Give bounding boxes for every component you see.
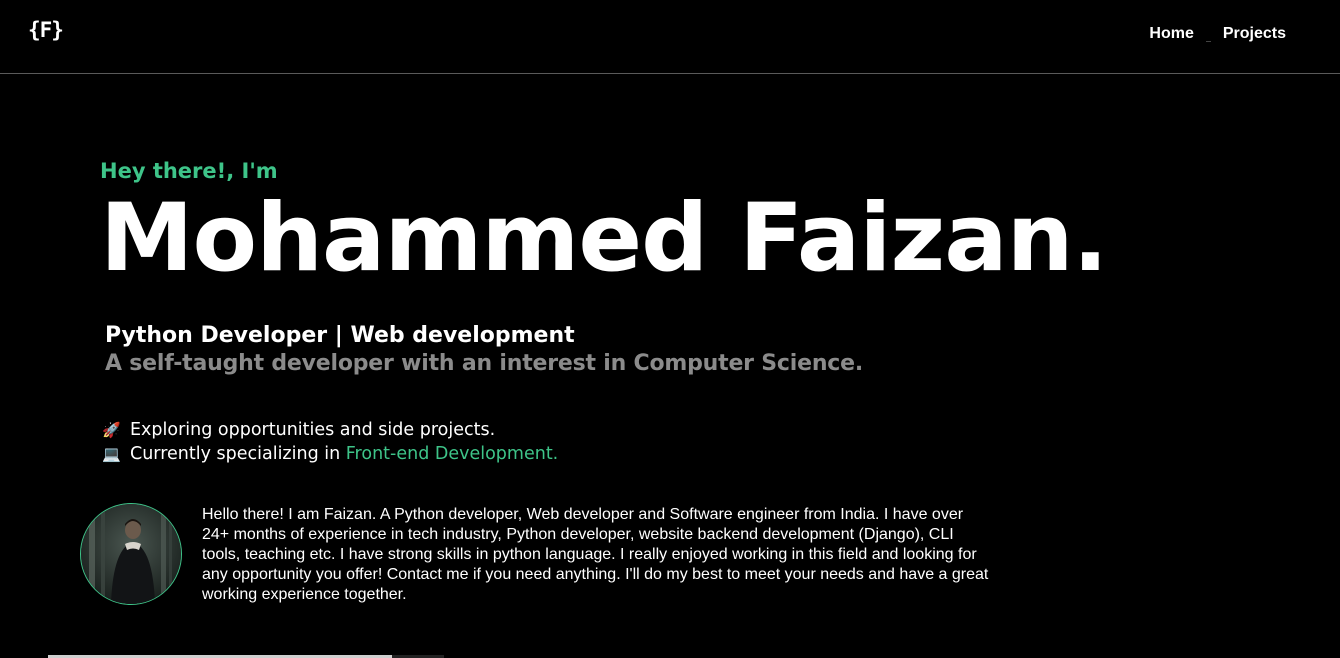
- highlight-accent-text: Front-end Development.: [345, 444, 559, 464]
- highlight-item: 🚀 Exploring opportunities and side proje…: [102, 418, 558, 442]
- laptop-icon: 💻: [102, 445, 121, 463]
- avatar: [80, 503, 182, 605]
- nav-projects-link[interactable]: Projects: [1223, 25, 1286, 43]
- hero-name: Mohammed Faizan.: [100, 184, 1108, 293]
- avatar-photo: [81, 504, 181, 604]
- site-logo[interactable]: {F}: [28, 18, 64, 42]
- about-text: Hello there! I am Faizan. A Python devel…: [202, 506, 989, 603]
- nav-home-link[interactable]: Home: [1149, 25, 1193, 43]
- highlight-text: Currently specializing in: [130, 444, 346, 464]
- highlights-list: 🚀 Exploring opportunities and side proje…: [102, 418, 558, 466]
- highlight-item: 💻 Currently specializing in Front-end De…: [102, 442, 558, 466]
- hero-role: Python Developer | Web development: [105, 323, 575, 348]
- main-nav: Home Projects: [1149, 25, 1286, 43]
- hero-tagline: A self-taught developer with an interest…: [105, 351, 864, 376]
- site-header: {F} Home Projects: [0, 0, 1340, 74]
- nav-separator: [1205, 41, 1211, 42]
- hero-greeting: Hey there!, I'm: [100, 159, 278, 183]
- rocket-icon: 🚀: [102, 421, 121, 439]
- page: {F} Home Projects Hey there!, I'm Mohamm…: [0, 0, 1340, 658]
- highlight-text: Exploring opportunities and side project…: [130, 420, 496, 440]
